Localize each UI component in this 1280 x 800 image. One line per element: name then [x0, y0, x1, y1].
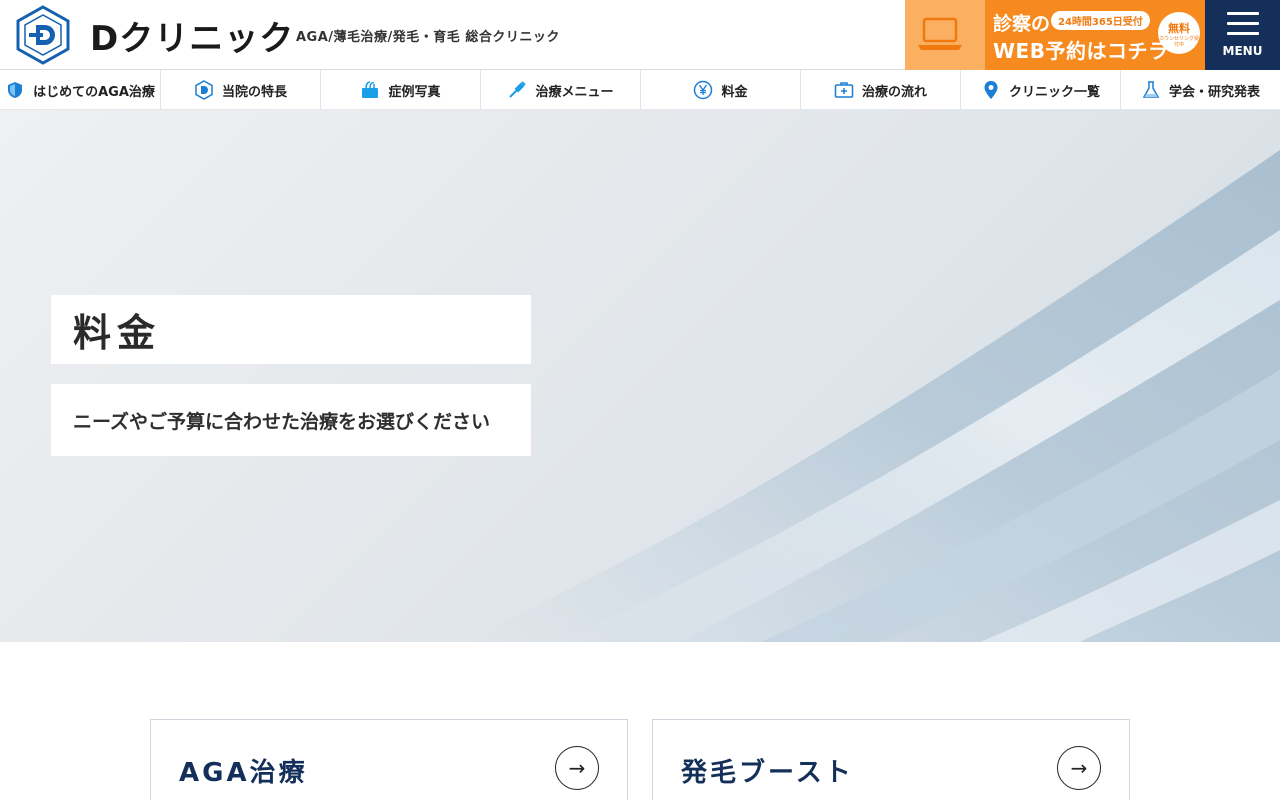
arrow-right-icon: →	[555, 746, 599, 790]
free-badge-big: 無料	[1168, 22, 1190, 35]
menu-label: MENU	[1222, 44, 1263, 58]
nav-item-label: 当院の特長	[221, 84, 287, 100]
nav-item-treatment-menu[interactable]: 治療メニュー	[481, 70, 641, 110]
nav-item-research[interactable]: 学会・研究発表	[1121, 70, 1280, 110]
hero-banner: 料金 ニーズやご予算に合わせた治療をお選びください	[0, 110, 1280, 642]
menu-button[interactable]: MENU	[1205, 0, 1280, 70]
nav-item-clinic-list[interactable]: クリニック一覧	[961, 70, 1121, 110]
free-badge-small: カウンセリング受付中	[1158, 36, 1199, 48]
nav-item-first-aga[interactable]: はじめてのAGA治療	[0, 70, 161, 110]
arrow-right-icon: →	[1057, 746, 1101, 790]
nav-item-label: 治療メニュー	[535, 84, 614, 100]
flask-icon	[1141, 80, 1161, 100]
banner-line2: WEB予約はコチラ	[993, 39, 1169, 63]
nav-item-label: 料金	[721, 84, 748, 100]
syringe-icon	[507, 80, 527, 100]
silk-background-image	[460, 150, 1280, 642]
card-hair-boost[interactable]: 発毛ブースト →	[652, 719, 1130, 800]
map-pin-icon	[981, 80, 1001, 100]
d-logo-icon	[194, 80, 214, 100]
page-title: 料金	[51, 295, 531, 364]
nav-item-features[interactable]: 当院の特長	[161, 70, 321, 110]
nav-item-label: はじめてのAGA治療	[33, 84, 155, 100]
d-hexagon-logo-icon	[16, 5, 70, 65]
tagline: AGA/薄毛治療/発毛・育毛 総合クリニック	[296, 30, 560, 45]
site-header: Dクリニック AGA/薄毛治療/発毛・育毛 総合クリニック 診察の 24時間36…	[0, 0, 1280, 70]
logo-text: Dクリニック	[90, 18, 295, 59]
hamburger-icon	[1227, 12, 1259, 42]
nav-item-label: クリニック一覧	[1008, 84, 1100, 100]
nav-item-treatment-flow[interactable]: 治療の流れ	[801, 70, 961, 110]
nav-item-case-photos[interactable]: 症例写真	[321, 70, 481, 110]
web-reservation-banner[interactable]: 診察の 24時間365日受付 WEB予約はコチラ 無料 カウンセリング受付中	[905, 0, 1205, 70]
nav-item-price[interactable]: 料金	[641, 70, 801, 110]
banner-24h-pill: 24時間365日受付	[1051, 11, 1150, 30]
nav-item-label: 症例写真	[388, 84, 441, 100]
hair-icon	[360, 80, 380, 100]
nav-item-label: 学会・研究発表	[1168, 84, 1260, 100]
card-title: AGA治療	[179, 758, 308, 788]
card-aga-treatment[interactable]: AGA治療 →	[150, 719, 628, 800]
banner-line1: 診察の	[993, 13, 1051, 35]
clinic-logo[interactable]: Dクリニック	[14, 4, 294, 66]
free-badge: 無料 カウンセリング受付中	[1158, 12, 1200, 54]
card-title: 発毛ブースト	[681, 758, 854, 788]
nav-item-label: 治療の流れ	[861, 84, 927, 100]
page-subtitle: ニーズやご予算に合わせた治療をお選びください	[51, 384, 531, 456]
laptop-icon	[918, 17, 962, 50]
medical-kit-icon	[834, 80, 854, 100]
shield-icon	[5, 80, 25, 100]
global-nav: はじめてのAGA治療 当院の特長 症例写真 治療メニュー 料金 治療の流れ クリ…	[0, 70, 1280, 110]
yen-icon	[693, 80, 713, 100]
